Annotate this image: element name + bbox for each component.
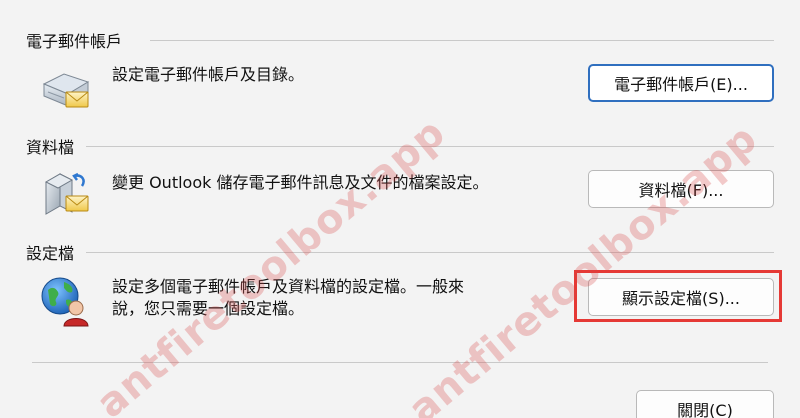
data-files-button[interactable]: 資料檔(F)...	[588, 170, 774, 208]
email-accounts-section-title: 電子郵件帳戶	[26, 32, 123, 51]
close-button[interactable]: 關閉(C)	[636, 390, 774, 418]
profiles-section-title: 設定檔	[26, 244, 75, 263]
profiles-description-line-2: 說，您只需要一個設定檔。	[112, 299, 305, 318]
email-accounts-divider	[150, 40, 774, 41]
data-files-icon	[38, 166, 94, 222]
email-accounts-button[interactable]: 電子郵件帳戶(E)...	[588, 64, 774, 102]
profiles-description-line-1: 設定多個電子郵件帳戶及資料檔的設定檔。一般來	[112, 277, 465, 296]
show-profiles-button[interactable]: 顯示設定檔(S)...	[588, 278, 774, 316]
watermark-right: antfiretoolbox.app	[400, 115, 767, 418]
email-accounts-icon	[38, 62, 94, 118]
profiles-globe-icon	[38, 274, 94, 330]
email-accounts-description: 設定電子郵件帳戶及目錄。	[112, 65, 305, 84]
profiles-divider	[86, 252, 774, 253]
mail-setup-dialog: 電子郵件帳戶 設定電子郵件帳戶及目錄。 電子郵件帳戶(E)... 資料檔 變更 …	[0, 0, 800, 418]
data-files-section-title: 資料檔	[26, 138, 75, 157]
profiles-description: 設定多個電子郵件帳戶及資料檔的設定檔。一般來 說，您只需要一個設定檔。	[112, 276, 464, 320]
data-files-description: 變更 Outlook 儲存電子郵件訊息及文件的檔案設定。	[112, 173, 489, 192]
data-files-divider	[86, 146, 774, 147]
bottom-divider	[32, 362, 768, 363]
watermark-left: antfiretoolbox.app	[88, 109, 455, 418]
